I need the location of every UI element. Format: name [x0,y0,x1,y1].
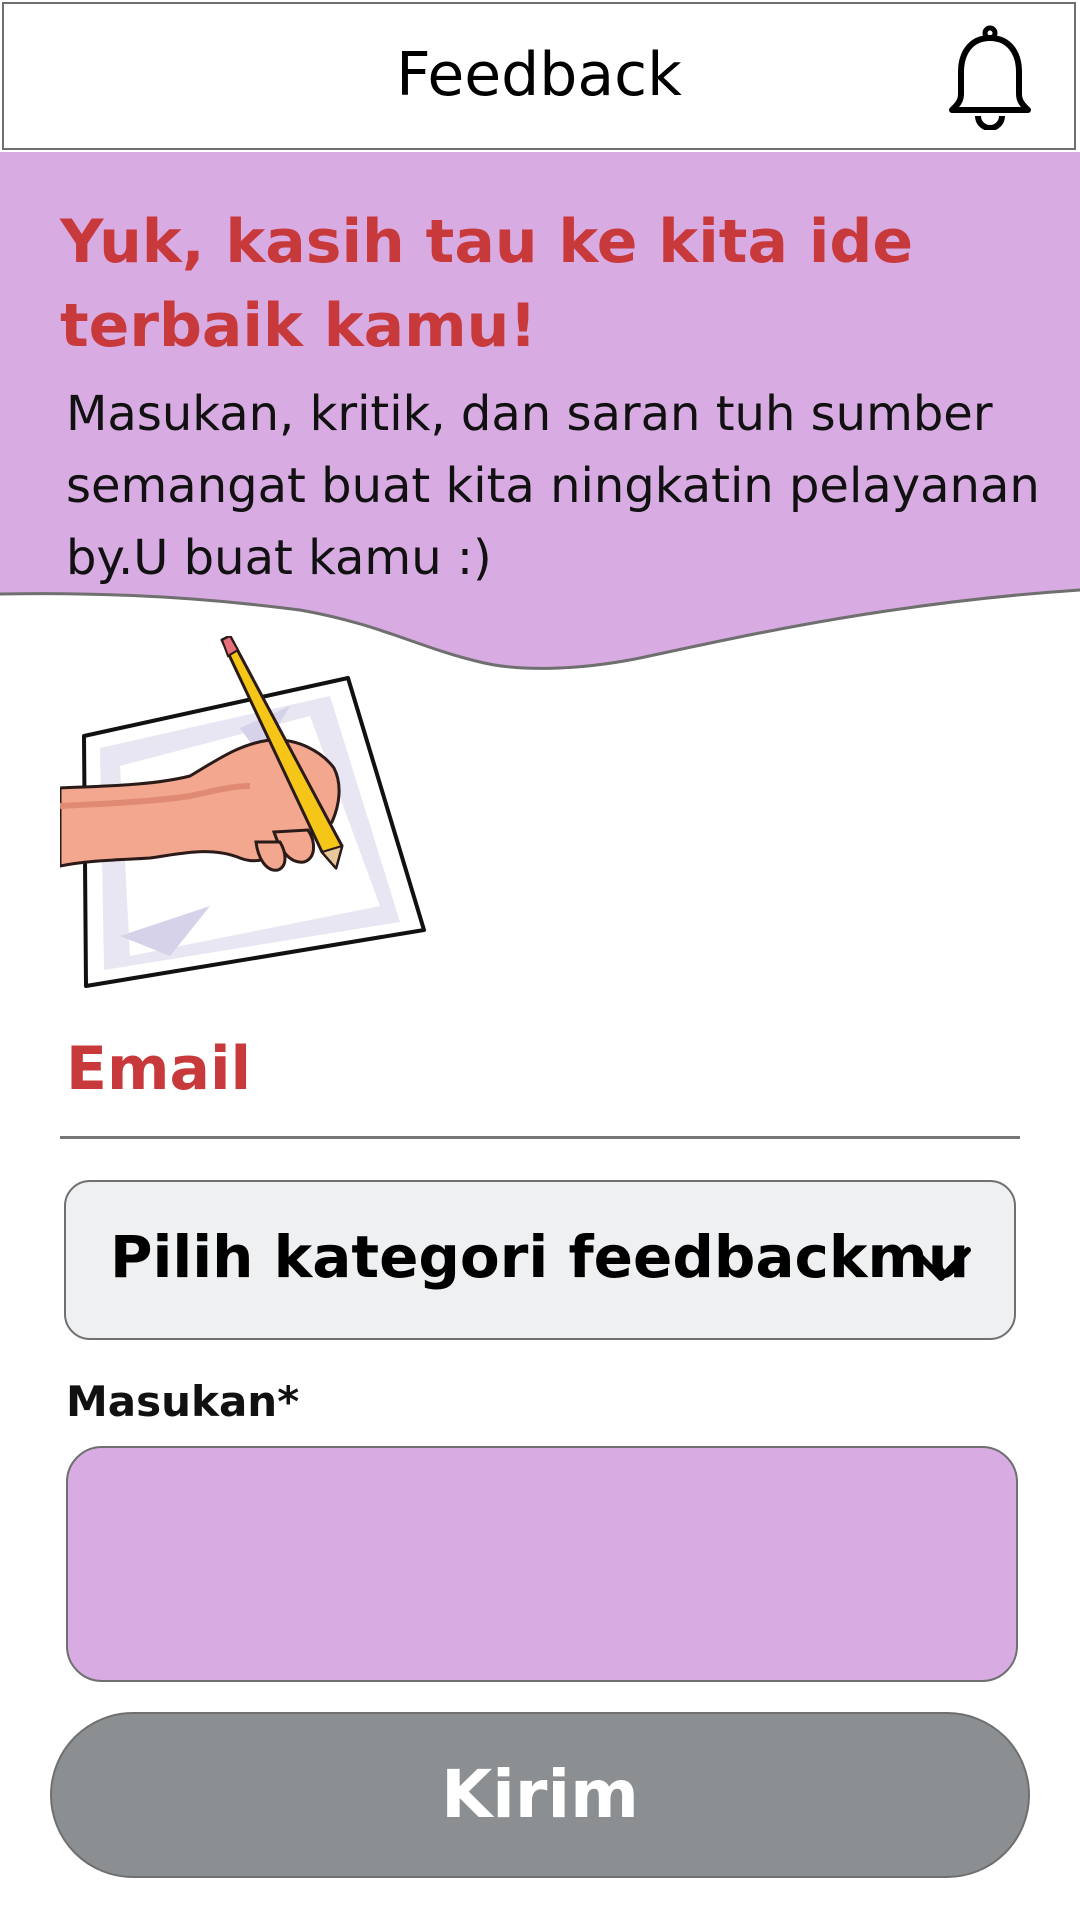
bell-icon[interactable] [948,24,1032,131]
email-label: Email [66,1034,252,1104]
category-placeholder: Pilih kategori feedbackmu [110,1223,970,1291]
kirim-button[interactable]: Kirim [50,1712,1030,1878]
feedback-banner: Yuk, kasih tau ke kita ide terbaik kamu!… [0,152,1080,672]
feedback-page: Feedback Yuk, kasih tau ke kita ide terb… [0,0,1080,1920]
banner-title: Yuk, kasih tau ke kita ide terbaik kamu! [60,207,914,361]
email-field-underline[interactable] [60,1136,1020,1139]
hand-writing-illustration [58,634,432,990]
feedback-category-select[interactable]: Pilih kategori feedbackmu [64,1180,1016,1340]
chevron-down-icon [906,1238,976,1288]
app-header: Feedback [2,2,1076,150]
masukan-textarea[interactable] [66,1446,1018,1682]
page-title: Feedback [396,40,682,110]
banner-description: Masukan, kritik, dan saran tuh sumber se… [66,386,1040,586]
masukan-label: Masukan* [66,1377,300,1426]
